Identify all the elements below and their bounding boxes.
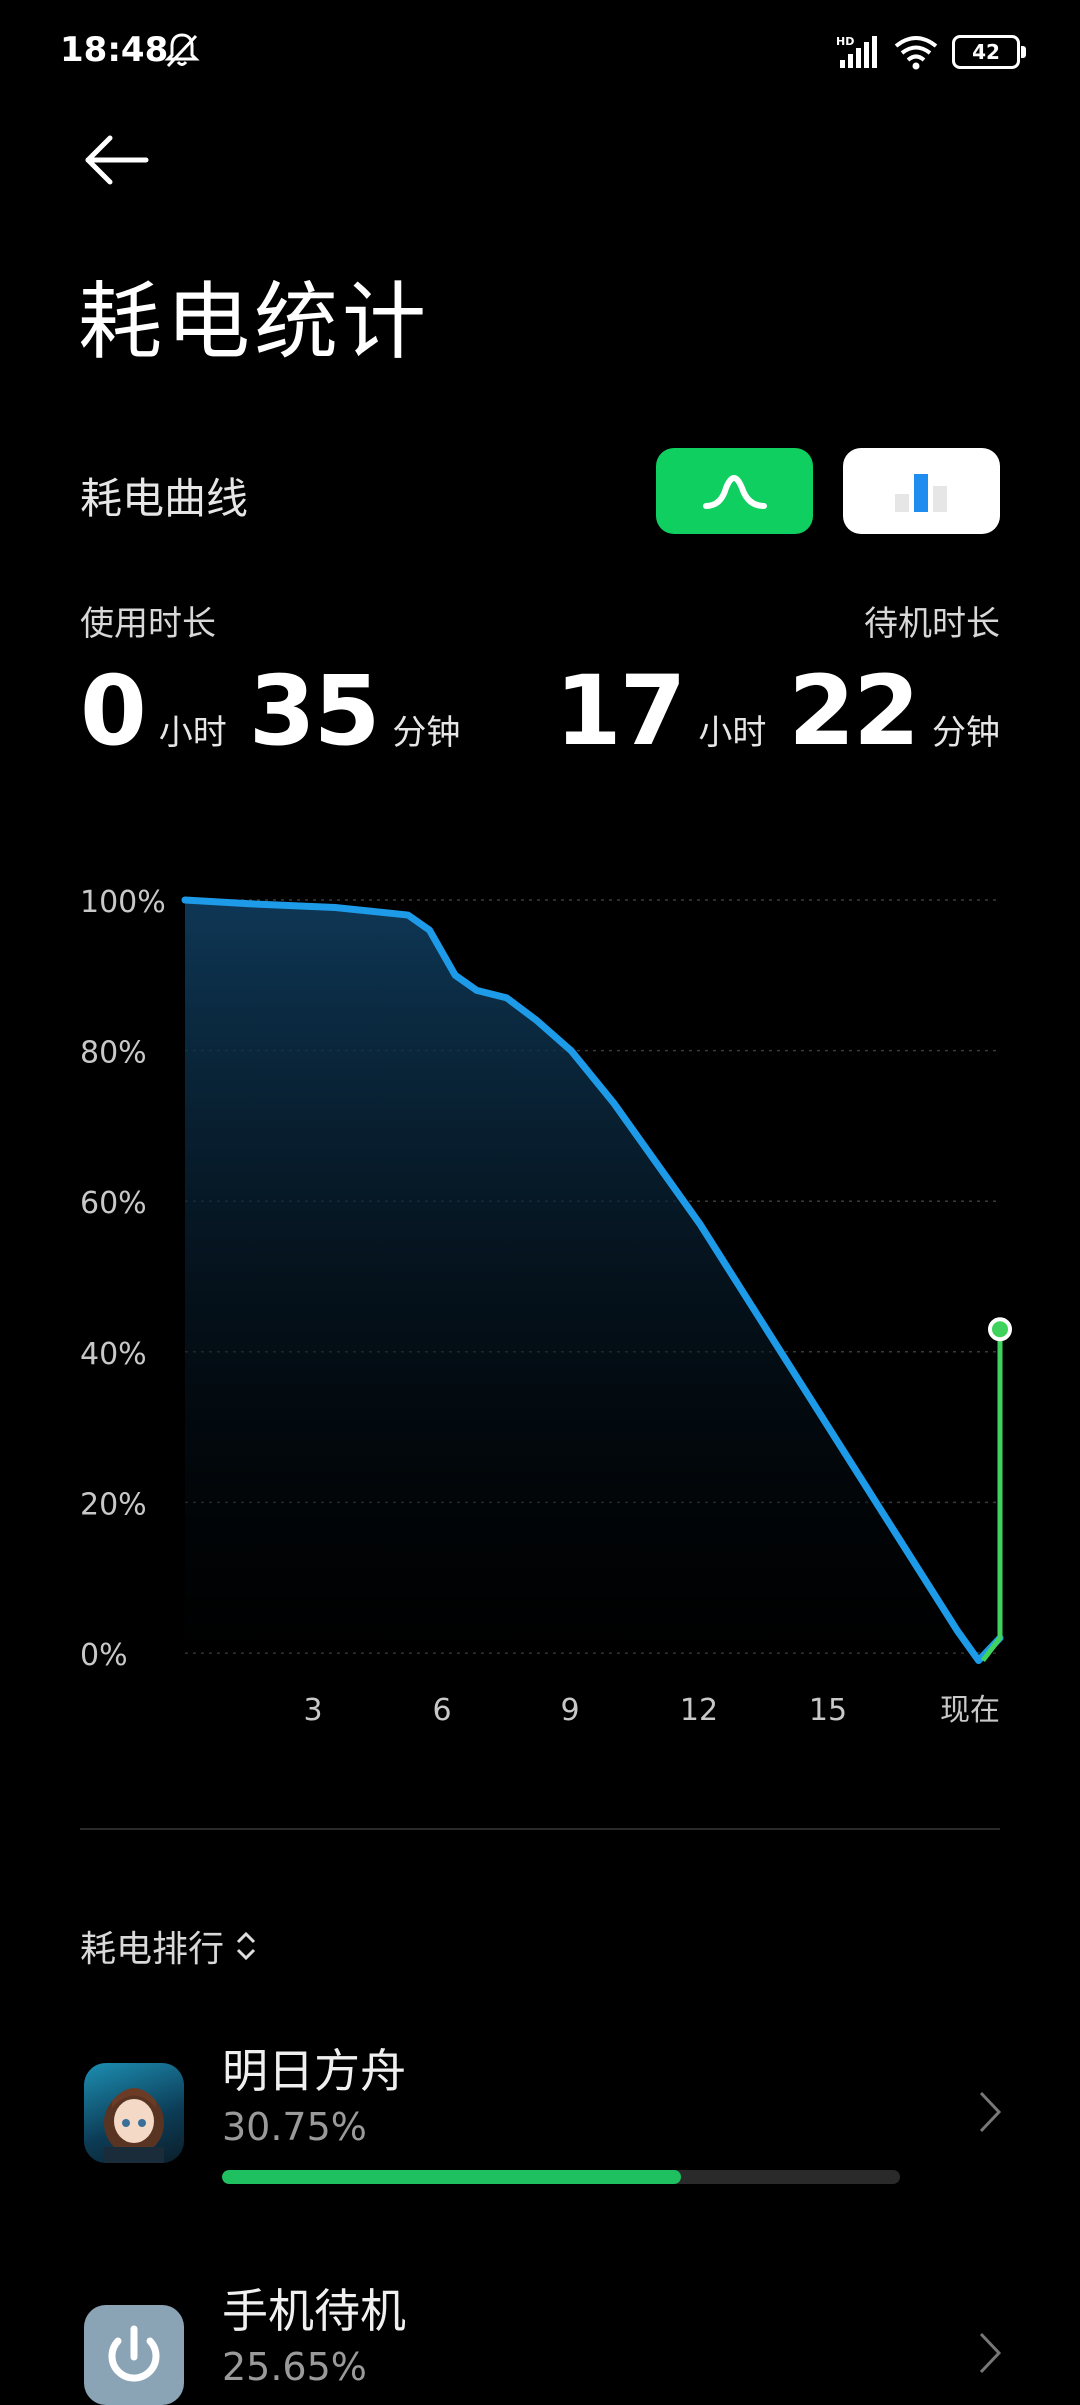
signal-icon: HD [836, 35, 877, 68]
app-name: 明日方舟 [222, 2044, 406, 2098]
x-tick-label: 6 [432, 1693, 451, 1728]
bar-view-button[interactable] [843, 448, 1000, 534]
chevron-right-icon[interactable] [975, 2328, 1005, 2378]
chevron-right-icon[interactable] [975, 2087, 1005, 2137]
standby-duration: 17 小时 22 分钟 [555, 655, 1000, 767]
current-level-point [988, 1317, 1012, 1342]
x-tick-label: 现在 [940, 1693, 1000, 1728]
y-tick-label: 40% [80, 1337, 147, 1372]
usage-label: 使用时长 [80, 604, 216, 644]
app-icon-standby[interactable] [84, 2305, 184, 2405]
standby-hours-unit: 小时 [698, 713, 767, 753]
usage-hours-unit: 小时 [158, 713, 227, 753]
usage-progress-bar [222, 2170, 900, 2184]
standby-minutes: 22 [788, 655, 920, 767]
sort-icon [236, 1931, 256, 1961]
page-title: 耗电统计 [78, 273, 431, 371]
curve-icon [703, 475, 767, 509]
standby-hours: 17 [554, 655, 687, 767]
standby-minutes-unit: 分钟 [932, 713, 1000, 753]
bar-chart-icon [895, 474, 947, 512]
y-tick-label: 60% [80, 1186, 147, 1221]
usage-hours: 0 [80, 655, 147, 767]
back-arrow-icon[interactable] [80, 130, 160, 190]
app-percent: 25.65% [222, 2345, 367, 2389]
ranking-sort-toggle[interactable]: 耗电排行 [80, 1920, 258, 1972]
usage-duration: 0 小时 35 分钟 [80, 655, 460, 767]
power-icon [108, 2325, 160, 2382]
x-tick-label: 12 [680, 1693, 718, 1728]
network-type-label: HD [836, 35, 854, 48]
section-divider [80, 1828, 1000, 1830]
battery-level: 42 [972, 40, 1000, 64]
y-tick-label: 0% [80, 1638, 128, 1673]
status-icons: HD 42 [836, 30, 1026, 74]
bell-off-icon [164, 33, 200, 68]
curve-view-button[interactable] [656, 448, 813, 534]
battery-area [185, 900, 1000, 1661]
arknights-avatar-icon [104, 2088, 164, 2163]
y-tick-label: 20% [80, 1487, 147, 1522]
usage-minutes-unit: 分钟 [392, 713, 461, 753]
charging-line [980, 1329, 1003, 1663]
ranking-label: 耗电排行 [80, 1929, 225, 1970]
battery-icon: 42 [952, 35, 1026, 69]
standby-label: 待机时长 [864, 604, 1000, 644]
status-time: 18:48 [60, 30, 169, 70]
x-tick-label: 15 [809, 1693, 847, 1728]
app-icon-arknights[interactable] [84, 2063, 184, 2163]
app-percent: 30.75% [222, 2105, 367, 2149]
battery-chart: 100% 80% 60% 40% 20% 0% 3 6 9 12 15 现在 [80, 885, 1012, 1728]
usage-minutes: 35 [248, 655, 381, 767]
x-tick-label: 3 [303, 1693, 322, 1728]
y-tick-label: 80% [80, 1036, 147, 1071]
y-tick-label: 100% [80, 885, 166, 920]
wifi-icon [894, 36, 938, 70]
usage-progress-fill [222, 2170, 681, 2184]
app-name: 手机待机 [222, 2284, 406, 2338]
x-tick-label: 9 [560, 1693, 579, 1728]
curve-section-label: 耗电曲线 [80, 474, 249, 523]
